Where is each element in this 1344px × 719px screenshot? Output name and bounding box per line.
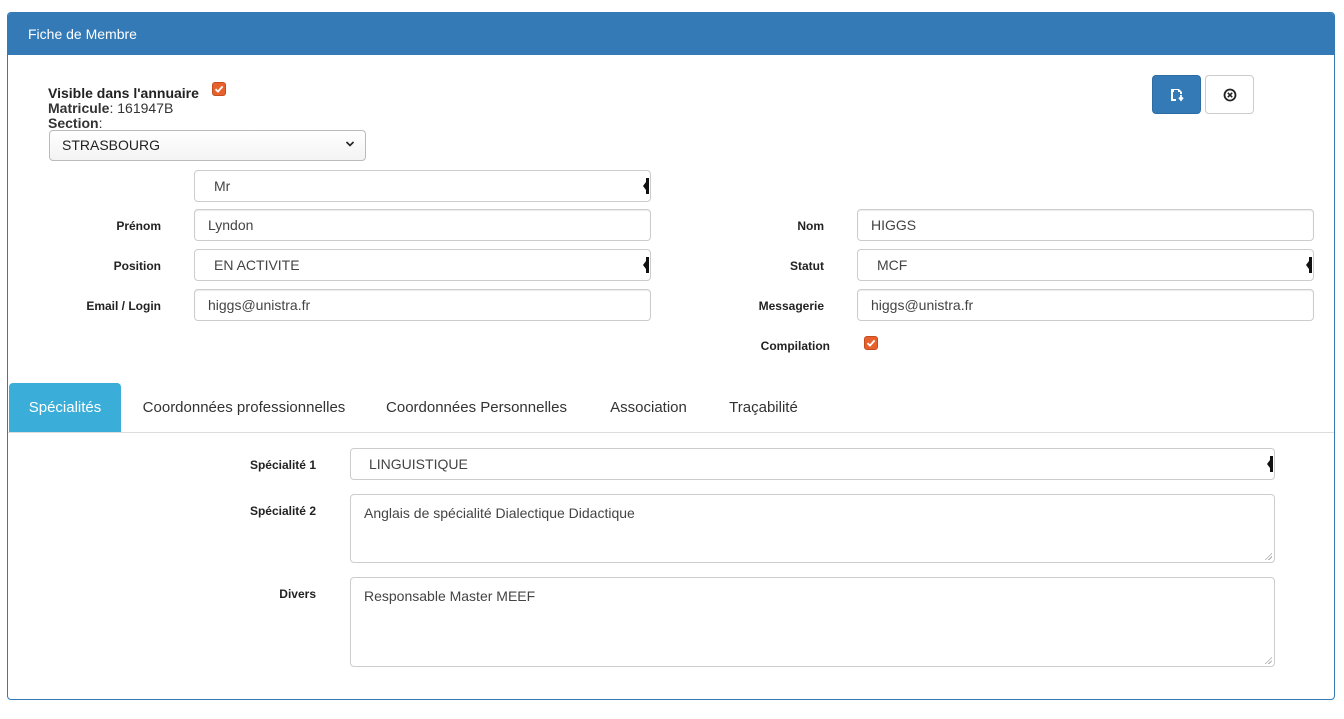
save-button[interactable] bbox=[1152, 75, 1201, 114]
member-card-panel: Fiche de Membre Visible dans l'annuaire … bbox=[7, 12, 1335, 700]
close-circle-icon bbox=[1223, 88, 1236, 101]
select-arrow-icon bbox=[1306, 257, 1312, 273]
prenom-value: Lyndon bbox=[208, 217, 254, 233]
tab-divider bbox=[8, 432, 1334, 433]
statut-label: Statut bbox=[790, 259, 824, 273]
email-value: higgs@unistra.fr bbox=[208, 297, 311, 313]
matricule-label: Matricule bbox=[48, 100, 110, 116]
cancel-button[interactable] bbox=[1205, 75, 1254, 114]
tab-coordonnees-professionnelles[interactable]: Coordonnées professionnelles bbox=[132, 383, 356, 432]
save-icon bbox=[1170, 88, 1184, 101]
select-arrow-icon bbox=[1267, 456, 1273, 472]
position-label: Position bbox=[113, 259, 161, 273]
messagerie-label: Messagerie bbox=[758, 299, 824, 313]
select-arrow-icon bbox=[643, 178, 649, 194]
nom-input[interactable]: HIGGS bbox=[857, 209, 1314, 241]
section-colon: : bbox=[98, 115, 103, 131]
email-input[interactable]: higgs@unistra.fr bbox=[194, 289, 651, 321]
spec2-value: Anglais de spécialité Dialectique Didact… bbox=[364, 505, 635, 521]
civility-value: Mr bbox=[214, 178, 231, 194]
compilation-checkbox[interactable] bbox=[864, 336, 878, 350]
chevron-down-icon bbox=[345, 141, 355, 147]
tab-specialites[interactable]: Spécialités bbox=[9, 383, 121, 432]
section-row: Section: bbox=[48, 115, 102, 131]
visible-checkbox[interactable] bbox=[212, 82, 226, 96]
nom-value: HIGGS bbox=[871, 217, 917, 233]
select-arrow-icon bbox=[643, 257, 649, 273]
divers-label: Divers bbox=[279, 587, 316, 601]
tab-coordonnees-personnelles[interactable]: Coordonnées Personnelles bbox=[374, 383, 579, 432]
resize-grip-icon[interactable] bbox=[1264, 552, 1272, 560]
check-icon bbox=[866, 339, 876, 347]
matricule-row: Matricule: 161947B bbox=[48, 100, 173, 116]
spec1-select[interactable]: LINGUISTIQUE bbox=[350, 448, 1275, 480]
tab-association[interactable]: Association bbox=[597, 383, 700, 432]
statut-select[interactable]: MCF bbox=[857, 249, 1314, 281]
resize-grip-icon[interactable] bbox=[1264, 656, 1272, 664]
spec2-label: Spécialité 2 bbox=[249, 504, 316, 518]
spec1-value: LINGUISTIQUE bbox=[369, 456, 468, 472]
statut-value: MCF bbox=[877, 257, 908, 273]
messagerie-value: higgs@unistra.fr bbox=[871, 297, 974, 313]
nom-label: Nom bbox=[797, 219, 824, 233]
section-select[interactable]: STRASBOURG bbox=[49, 130, 366, 161]
prenom-label: Prénom bbox=[116, 219, 161, 233]
prenom-input[interactable]: Lyndon bbox=[194, 209, 651, 241]
section-label: Section bbox=[48, 115, 99, 131]
visible-label: Visible dans l'annuaire bbox=[48, 85, 199, 101]
tab-tracabilite[interactable]: Traçabilité bbox=[716, 383, 811, 432]
position-value: EN ACTIVITE bbox=[214, 257, 300, 273]
compilation-label: Compilation bbox=[760, 339, 830, 353]
civility-select[interactable]: Mr bbox=[194, 170, 651, 202]
email-label: Email / Login bbox=[86, 299, 161, 313]
divers-textarea[interactable]: Responsable Master MEEF bbox=[350, 577, 1275, 667]
divers-value: Responsable Master MEEF bbox=[364, 588, 536, 604]
position-select[interactable]: EN ACTIVITE bbox=[194, 249, 651, 281]
section-value: STRASBOURG bbox=[62, 137, 161, 153]
check-icon bbox=[214, 85, 224, 93]
panel-title: Fiche de Membre bbox=[8, 13, 1334, 55]
messagerie-input[interactable]: higgs@unistra.fr bbox=[857, 289, 1314, 321]
spec2-textarea[interactable]: Anglais de spécialité Dialectique Didact… bbox=[350, 494, 1275, 563]
matricule-value: : 161947B bbox=[109, 100, 174, 116]
spec1-label: Spécialité 1 bbox=[249, 458, 316, 472]
